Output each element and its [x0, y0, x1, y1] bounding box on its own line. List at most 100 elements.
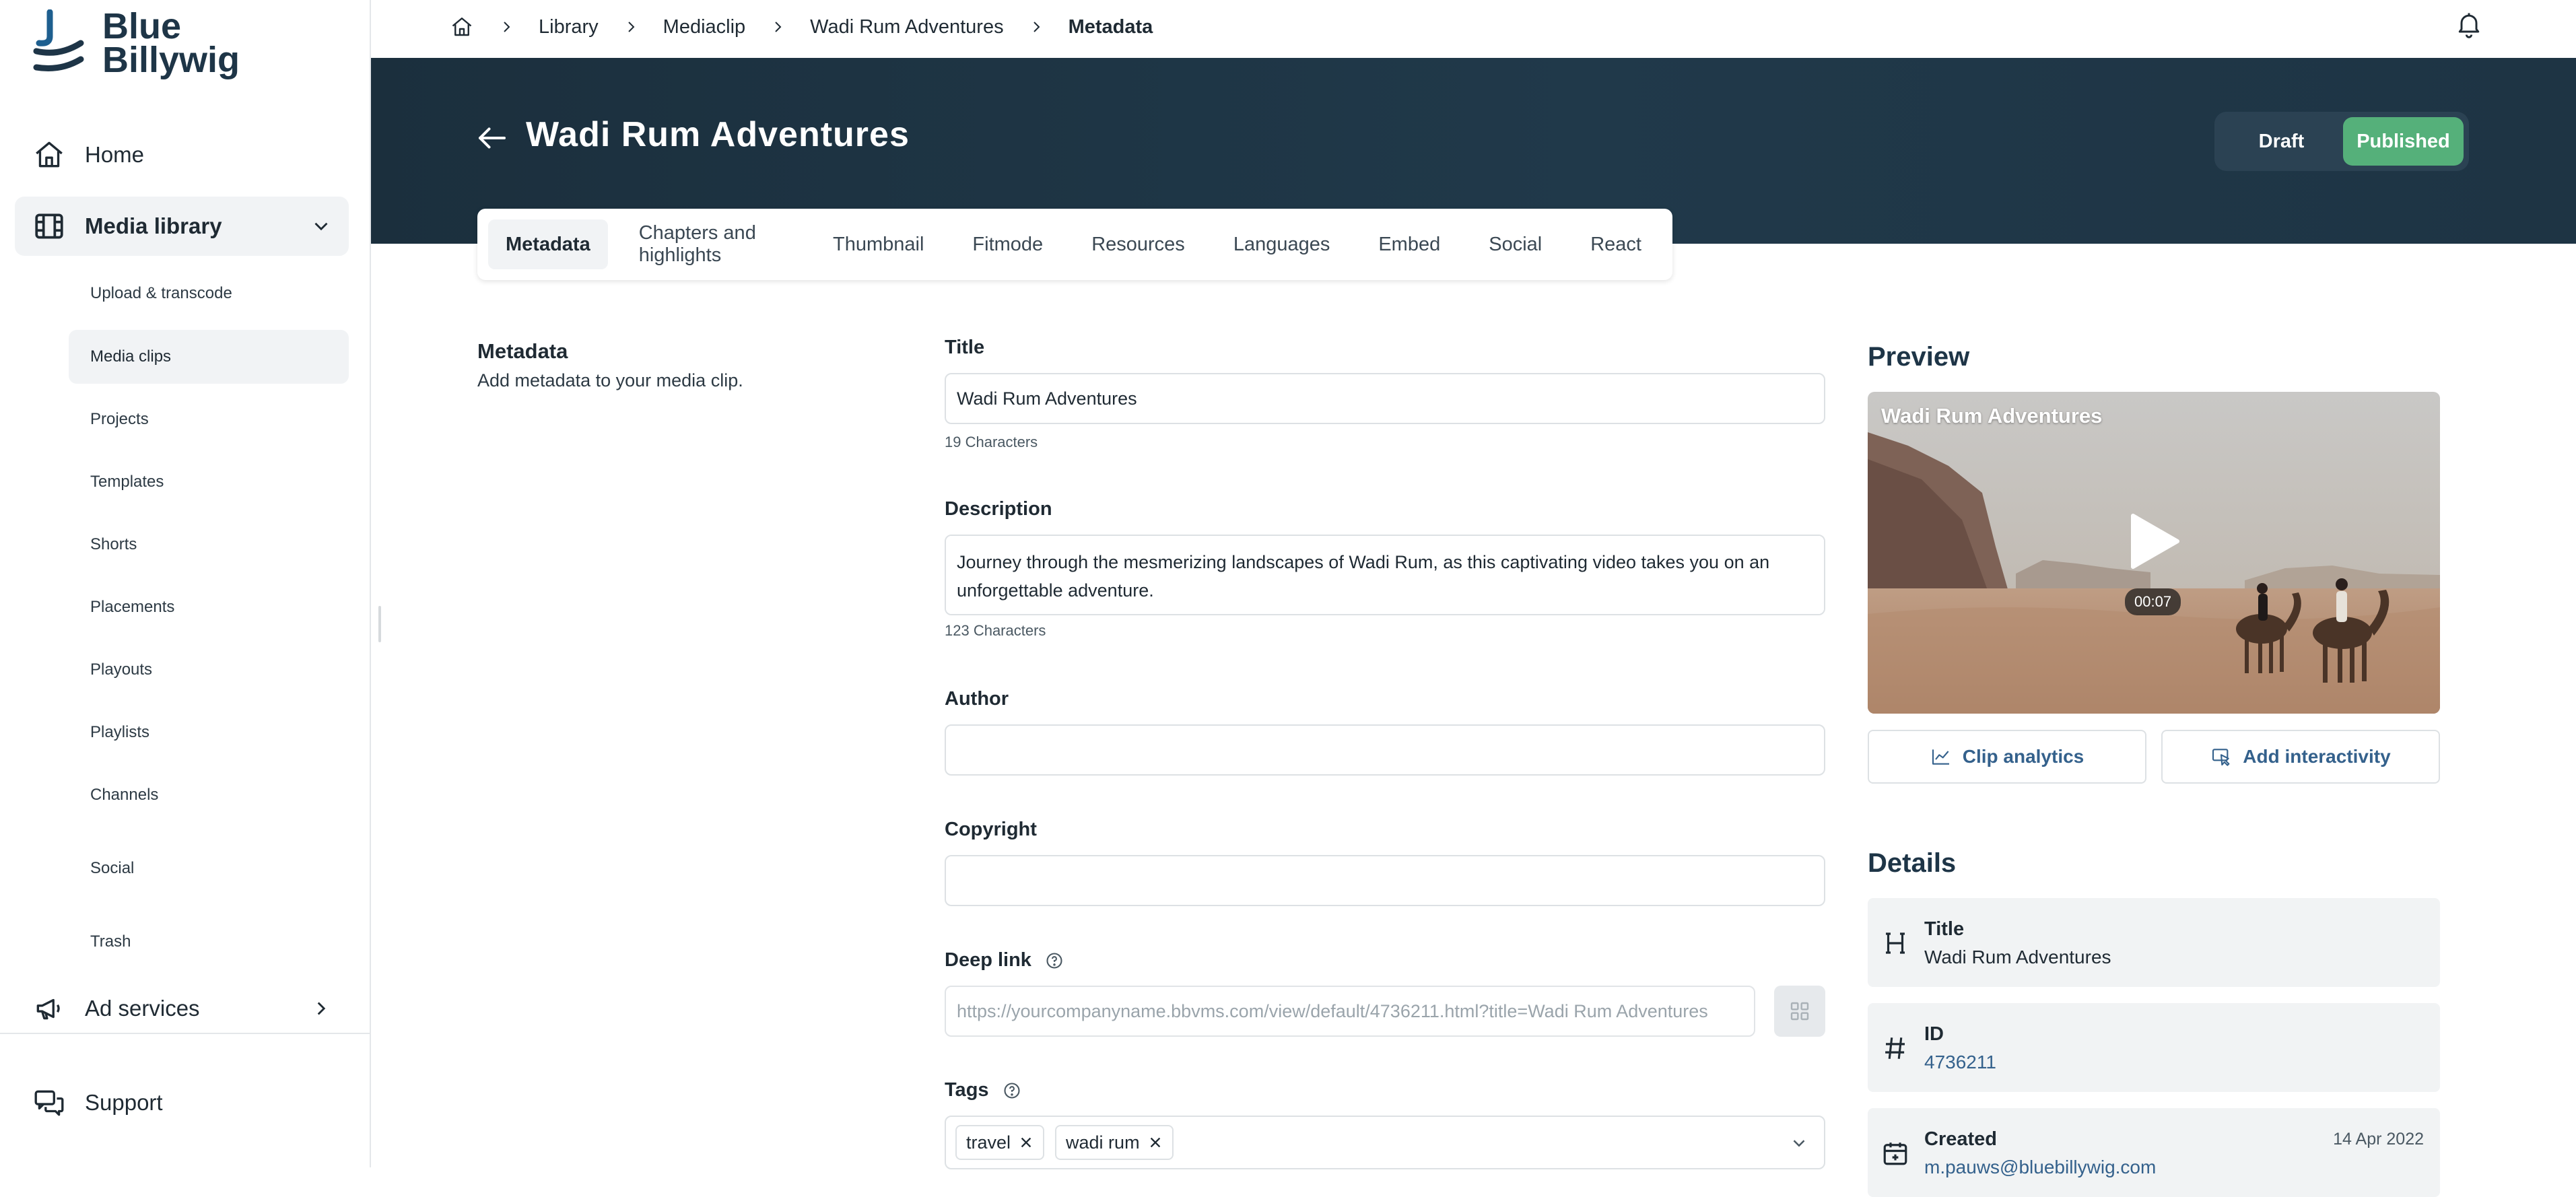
- film-icon: [35, 213, 63, 239]
- tab-social[interactable]: Social: [1471, 219, 1559, 269]
- detail-date: 14 Apr 2022: [2333, 1130, 2424, 1149]
- line-chart-icon: [1932, 749, 1949, 765]
- breadcrumb: Library Mediaclip Wadi Rum Adventures Me…: [450, 12, 1153, 42]
- copyright-label: Copyright: [945, 819, 1037, 840]
- breadcrumb-library[interactable]: Library: [539, 16, 599, 38]
- sidebar-subitem-social[interactable]: Social: [69, 842, 349, 895]
- title-char-count: 19 Characters: [945, 434, 1038, 450]
- chevron-right-icon: [504, 22, 510, 32]
- chevron-right-icon: [628, 22, 635, 32]
- help-circle-icon[interactable]: [1003, 1081, 1021, 1100]
- copyright-input[interactable]: [945, 855, 1825, 906]
- chevron-down-icon[interactable]: [310, 215, 333, 238]
- brand-logo[interactable]: Blue Billywig: [32, 6, 240, 78]
- play-icon[interactable]: [2130, 513, 2180, 570]
- qr-code-button[interactable]: [1774, 986, 1825, 1037]
- bell-icon[interactable]: [2454, 9, 2484, 39]
- home-icon[interactable]: [450, 15, 474, 39]
- qr-code-icon: [1790, 1002, 1809, 1021]
- sidebar-subitem-playouts[interactable]: Playouts: [69, 643, 349, 697]
- details-heading: Details: [1868, 848, 1957, 878]
- title-input[interactable]: [945, 373, 1825, 424]
- sidebar: Blue Billywig Home Media library Upload …: [0, 0, 371, 1167]
- chevron-right-icon[interactable]: [310, 997, 333, 1020]
- close-icon[interactable]: [1148, 1135, 1163, 1150]
- sidebar-subitem-projects[interactable]: Projects: [69, 392, 349, 446]
- detail-value: Wadi Rum Adventures: [1924, 947, 2111, 967]
- chevron-down-icon[interactable]: [1789, 1133, 1809, 1153]
- page-title: Wadi Rum Adventures: [526, 115, 910, 154]
- tags-label: Tags: [945, 1079, 989, 1101]
- description-textarea[interactable]: Journey through the mesmerizing landscap…: [945, 535, 1825, 615]
- megaphone-icon: [36, 998, 60, 1020]
- sidebar-item-support[interactable]: Support: [15, 1073, 349, 1132]
- video-preview[interactable]: Wadi Rum Adventures 00:07: [1868, 392, 2440, 714]
- publish-status-toggle: Draft Published: [2214, 112, 2469, 171]
- calendar-plus-icon: [1883, 1142, 1907, 1165]
- support-chat-icon: [34, 1090, 64, 1116]
- status-draft-option[interactable]: Draft: [2220, 117, 2343, 166]
- sidebar-item-label: Support: [85, 1090, 163, 1115]
- tab-react[interactable]: React: [1573, 219, 1659, 269]
- sidebar-subitem-shorts[interactable]: Shorts: [69, 518, 349, 572]
- metadata-section-title: Metadata: [477, 339, 568, 363]
- sidebar-resize-handle[interactable]: [378, 606, 381, 642]
- tab-metadata[interactable]: Metadata: [488, 219, 608, 269]
- sidebar-subitem-upload-transcode[interactable]: Upload & transcode: [69, 267, 349, 320]
- author-label: Author: [945, 688, 1009, 710]
- sidebar-subitem-playlists[interactable]: Playlists: [69, 706, 349, 759]
- breadcrumb-mediaclip[interactable]: Mediaclip: [663, 16, 746, 38]
- deep-link-label: Deep link: [945, 949, 1031, 971]
- sidebar-item-label: Ad services: [85, 996, 200, 1021]
- title-label: Title: [945, 337, 985, 358]
- tags-select[interactable]: travel wadi rum: [945, 1116, 1825, 1169]
- tab-languages[interactable]: Languages: [1216, 219, 1348, 269]
- sidebar-item-ad-services[interactable]: Ad services: [15, 979, 349, 1038]
- detail-card-title: Title Wadi Rum Adventures: [1868, 898, 2440, 987]
- sidebar-subitem-channels[interactable]: Channels: [69, 768, 349, 822]
- breadcrumb-clip[interactable]: Wadi Rum Adventures: [810, 16, 1003, 38]
- sidebar-divider: [0, 1033, 371, 1034]
- tag-label: travel: [966, 1132, 1011, 1153]
- chevron-right-icon: [1033, 22, 1040, 32]
- tab-resources[interactable]: Resources: [1074, 219, 1202, 269]
- close-icon[interactable]: [1019, 1135, 1033, 1150]
- brand-name-line1: Blue: [102, 6, 182, 46]
- author-input[interactable]: [945, 724, 1825, 776]
- tab-embed[interactable]: Embed: [1361, 219, 1458, 269]
- sidebar-item-label: Home: [85, 142, 145, 167]
- tags-label-row: Tags: [945, 1079, 1021, 1101]
- sidebar-subitem-trash[interactable]: Trash: [69, 915, 349, 969]
- metadata-section-subtitle: Add metadata to your media clip.: [477, 370, 743, 390]
- sidebar-item-media-library[interactable]: Media library: [15, 197, 349, 256]
- add-interactivity-button[interactable]: Add interactivity: [2161, 730, 2440, 784]
- back-arrow-icon[interactable]: [474, 120, 510, 156]
- help-circle-icon[interactable]: [1045, 951, 1064, 970]
- detail-card-id: ID 4736211: [1868, 1003, 2440, 1092]
- sidebar-subitem-media-clips[interactable]: Media clips: [69, 330, 349, 384]
- detail-card-created: Created m.pauws@bluebillywig.com 14 Apr …: [1868, 1108, 2440, 1197]
- tab-chapters-highlights[interactable]: Chapters and highlights: [621, 219, 802, 269]
- clip-analytics-button[interactable]: Clip analytics: [1868, 730, 2146, 784]
- tab-fitmode[interactable]: Fitmode: [955, 219, 1060, 269]
- add-interactivity-label: Add interactivity: [2243, 746, 2391, 767]
- tag-chip: travel: [955, 1125, 1045, 1160]
- deep-link-input[interactable]: [945, 986, 1755, 1037]
- hash-icon: [1885, 1037, 1905, 1059]
- tag-chip: wadi rum: [1055, 1125, 1174, 1160]
- video-title: Wadi Rum Adventures: [1881, 404, 2103, 428]
- detail-value[interactable]: 4736211: [1924, 1052, 1996, 1073]
- video-duration: 00:07: [2125, 588, 2181, 615]
- detail-value[interactable]: m.pauws@bluebillywig.com: [1924, 1157, 2156, 1178]
- sidebar-subitem-placements[interactable]: Placements: [69, 580, 349, 634]
- preview-heading: Preview: [1868, 342, 1970, 372]
- description-label: Description: [945, 498, 1052, 520]
- tab-thumbnail[interactable]: Thumbnail: [815, 219, 941, 269]
- breadcrumb-current: Metadata: [1068, 15, 1153, 38]
- chevron-right-icon: [775, 22, 782, 32]
- sidebar-item-home[interactable]: Home: [15, 125, 349, 184]
- description-char-count: 123 Characters: [945, 622, 1046, 639]
- status-published-option[interactable]: Published: [2342, 117, 2464, 166]
- sidebar-subitem-templates[interactable]: Templates: [69, 455, 349, 509]
- interactivity-icon: [2212, 749, 2230, 766]
